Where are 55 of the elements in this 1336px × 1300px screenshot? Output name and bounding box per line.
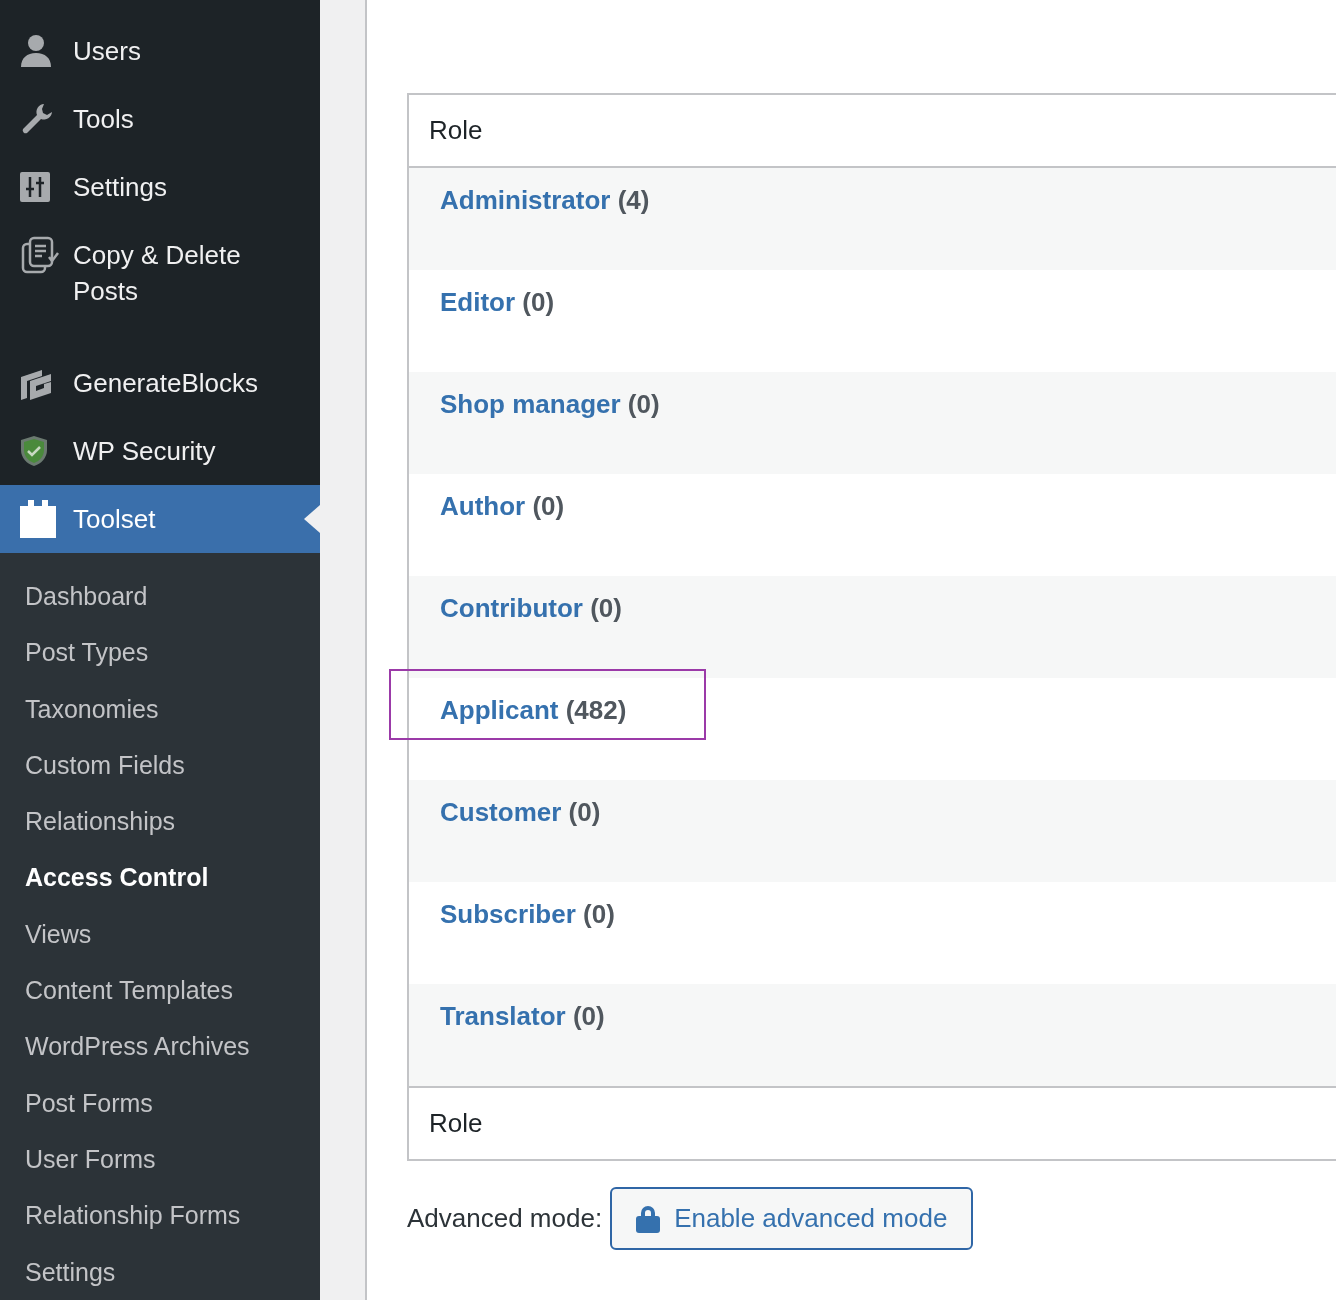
role-cell-text: Subscriber (0)	[440, 898, 616, 931]
role-cell-text: Administrator (4)	[440, 184, 651, 217]
role-link[interactable]: Contributor	[440, 593, 583, 623]
submenu-link[interactable]: Relationship Forms	[0, 1187, 320, 1244]
role-cell-text: Contributor (0)	[440, 592, 623, 625]
menu-item[interactable]: Copy & Delete Posts	[0, 221, 320, 349]
role-cell-text: Editor (0)	[440, 286, 556, 319]
role-cell-text: Author (0)	[440, 490, 566, 523]
menu-label: Copy & Delete Posts	[73, 239, 242, 308]
menu-label: WP Security	[73, 435, 216, 468]
role-cell-text: Customer (0)	[440, 796, 602, 829]
submenu-link[interactable]: Post Types	[0, 624, 320, 681]
advanced-mode-label: Advanced mode:	[407, 1203, 603, 1234]
submenu-link[interactable]: Content Templates	[0, 962, 320, 1019]
role-link[interactable]: Author	[440, 491, 526, 521]
menu-label: GenerateBlocks	[73, 367, 258, 400]
submenu-link[interactable]: Access Control	[0, 849, 320, 906]
lock-icon	[636, 1204, 661, 1233]
menu-item[interactable]: WP Security	[0, 417, 320, 485]
block-icon	[20, 500, 56, 538]
submenu-link[interactable]: Dashboard	[0, 568, 320, 625]
role-link[interactable]: Administrator	[440, 185, 611, 215]
role-link[interactable]: Applicant	[440, 695, 559, 725]
current-page-notch	[304, 505, 320, 533]
submenu-link[interactable]: Post Forms	[0, 1074, 320, 1131]
wrench-icon	[20, 102, 54, 136]
role-link[interactable]: Customer	[440, 797, 562, 827]
role-link[interactable]: Subscriber	[440, 899, 576, 929]
menu-item[interactable]: Users	[0, 17, 320, 85]
submenu-link[interactable]: Views	[0, 905, 320, 963]
submenu-link[interactable]: WordPress Archives	[0, 1018, 320, 1075]
menu-item[interactable]: Tools	[0, 85, 320, 153]
menu-label: Users	[73, 35, 141, 68]
submenu-link[interactable]: Custom Fields	[0, 736, 320, 794]
menu-item[interactable]: Toolset	[0, 485, 320, 553]
submenu-link[interactable]: Settings	[0, 1243, 320, 1300]
shield-check-icon	[20, 435, 48, 467]
role-link[interactable]: Editor	[440, 287, 516, 317]
menu-label: Toolset	[73, 503, 156, 536]
user-icon	[20, 34, 52, 68]
menu-label: Tools	[73, 103, 134, 136]
menu-item[interactable]: Settings	[0, 153, 320, 221]
role-link[interactable]: Shop manager	[440, 389, 621, 419]
submenu-link[interactable]: Relationships	[0, 793, 320, 850]
menu-item[interactable]: GenerateBlocks	[0, 349, 320, 417]
copy-documents-icon	[20, 235, 60, 275]
role-cell-text: Applicant (482)	[440, 694, 628, 727]
role-link[interactable]: Translator	[440, 1001, 566, 1031]
submenu-link[interactable]: User Forms	[0, 1130, 320, 1188]
role-cell-text: Shop manager (0)	[440, 388, 661, 421]
menu-label: Settings	[73, 171, 167, 204]
sliders-icon	[20, 172, 50, 202]
submenu-link[interactable]: Taxonomies	[0, 680, 320, 737]
enable-advanced-mode-button[interactable]: Enable advanced mode	[610, 1187, 974, 1250]
role-cell-text: Translator (0)	[440, 1000, 606, 1033]
